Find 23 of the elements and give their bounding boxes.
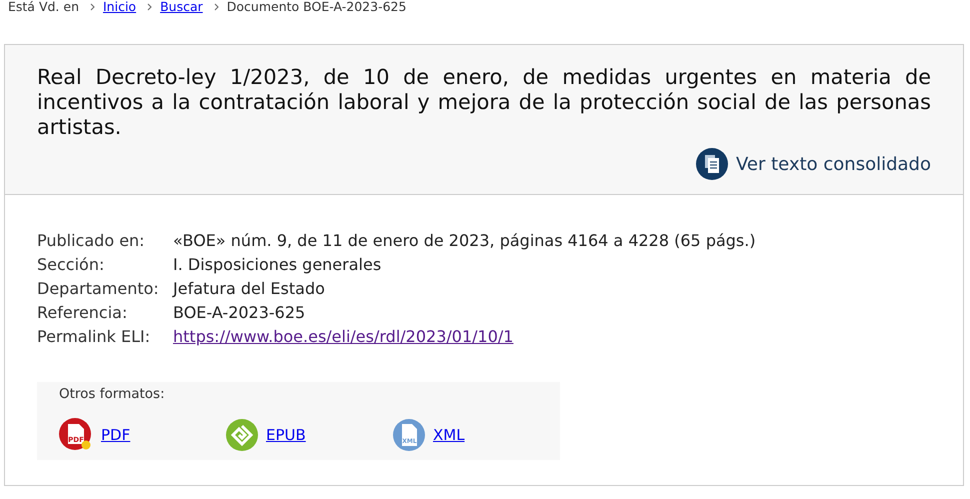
documents-icon: [696, 148, 728, 180]
breadcrumb-current: Documento BOE-A-2023-625: [226, 0, 406, 14]
breadcrumb-label: Está Vd. en: [8, 0, 79, 14]
format-link[interactable]: EPUB: [226, 418, 393, 452]
epub-icon: [226, 419, 258, 451]
consolidated-text-link[interactable]: Ver texto consolidado: [696, 148, 931, 180]
metadata-value: BOE-A-2023-625: [173, 302, 306, 324]
metadata-value: «BOE» núm. 9, de 11 de enero de 2023, páginas 4164 a 4228 (65 págs.): [173, 230, 757, 252]
metadata-value: I. Disposiciones generales: [173, 254, 382, 276]
chevron-icon: [89, 3, 97, 11]
breadcrumb-link[interactable]: Inicio: [103, 0, 136, 14]
breadcrumb-link[interactable]: Buscar: [160, 0, 203, 14]
permalink[interactable]: https://www.boe.es/eli/es/rdl/2023/01/10/1: [173, 325, 514, 348]
metadata-label: Permalink ELI:: [37, 326, 152, 348]
metadata-label: Departamento:: [37, 278, 160, 300]
metadata-label: Publicado en:: [37, 230, 146, 252]
metadata-label: Sección:: [37, 254, 106, 276]
chevron-icon: [146, 3, 154, 11]
formats-title: Otros formatos:: [59, 386, 166, 402]
metadata-value: Jefatura del Estado: [173, 278, 326, 300]
document-title: Real Decreto-ley 1/2023, de 10 de enero, de medidas urgentes en materia de incentivos a la contratación laboral y mejora de la protección social de las personas artistas.: [37, 65, 931, 140]
chevron-icon: [212, 3, 221, 11]
metadata-label: Referencia:: [37, 302, 128, 324]
